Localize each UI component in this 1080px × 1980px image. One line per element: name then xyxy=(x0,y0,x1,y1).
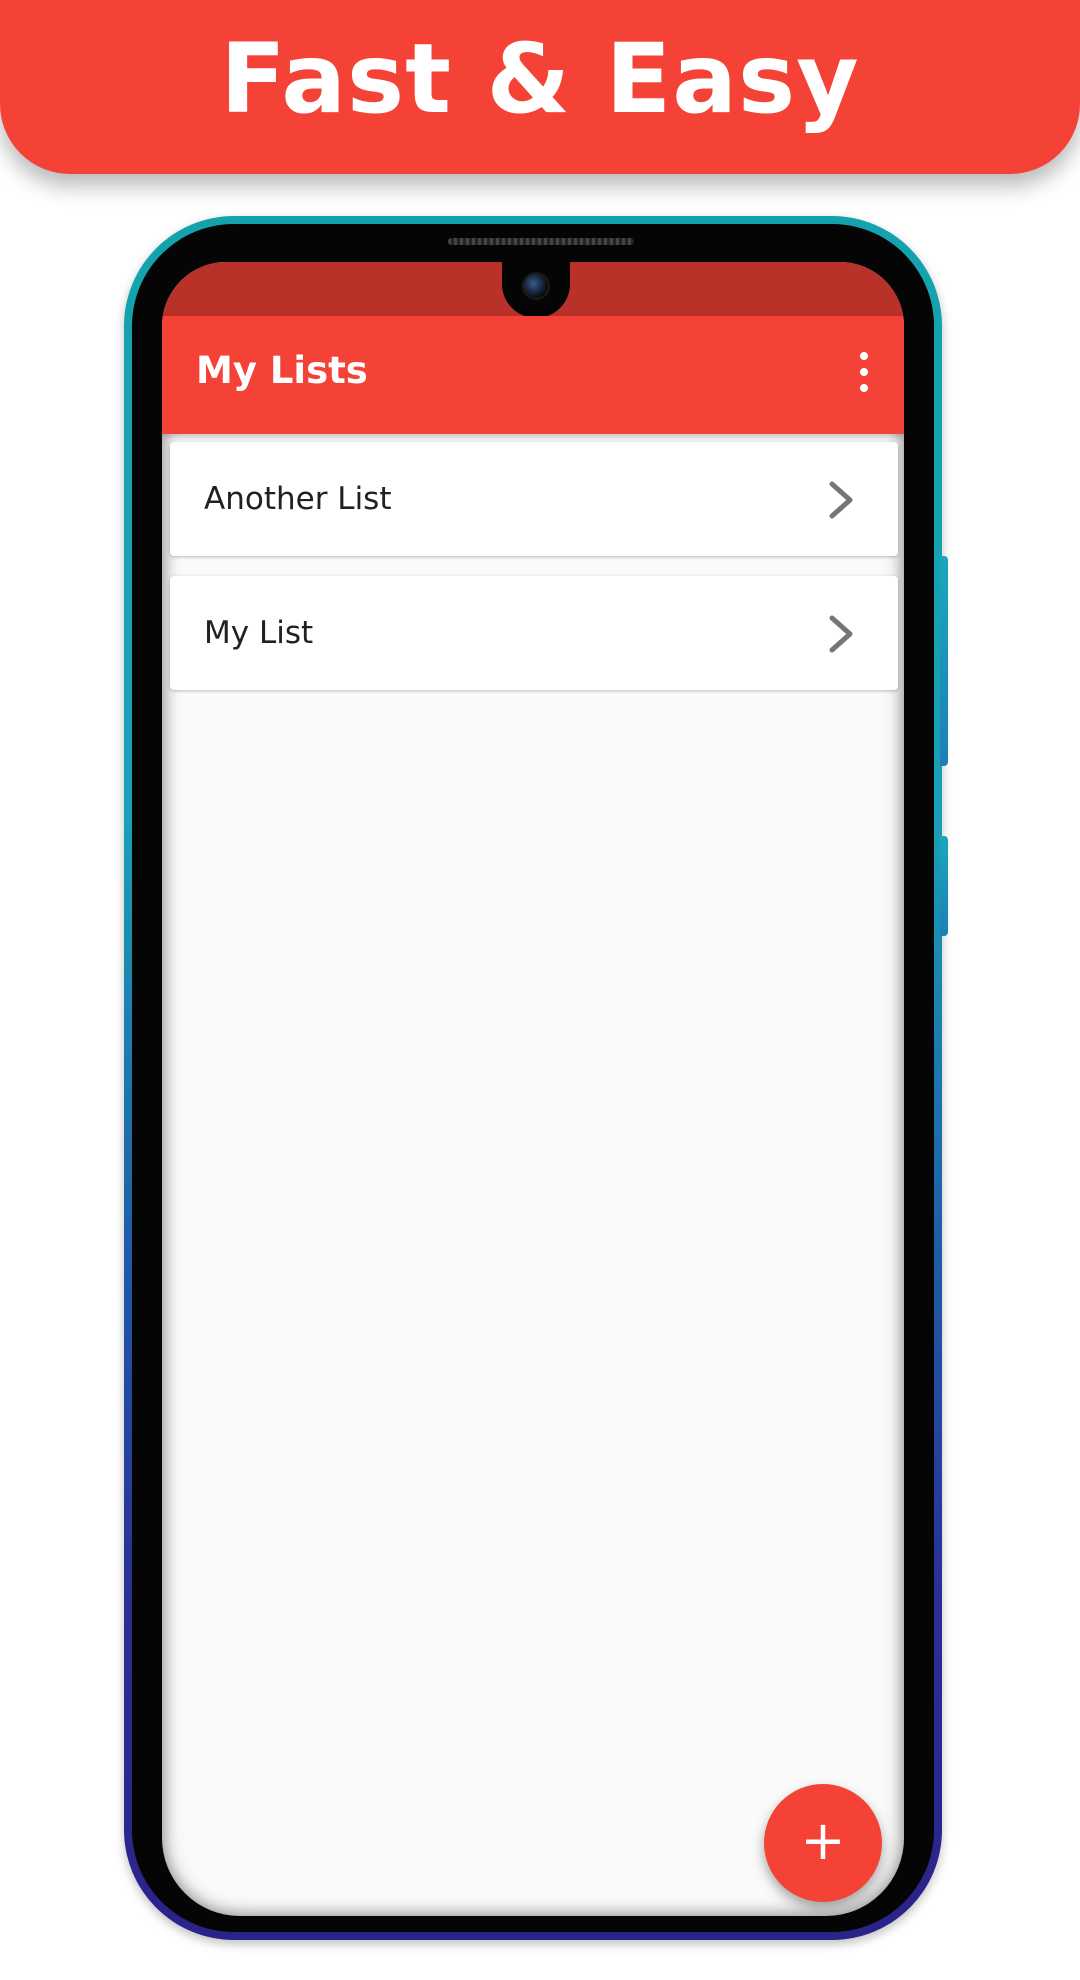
chevron-right-icon xyxy=(829,481,853,519)
camera-notch xyxy=(502,262,570,318)
app-bar: My Lists xyxy=(162,316,904,434)
list-item[interactable]: Another List xyxy=(170,442,898,556)
app-screen: My Lists Another List My List + xyxy=(162,262,904,1916)
phone-bezel: My Lists Another List My List + xyxy=(132,224,934,1932)
power-button xyxy=(940,836,948,936)
list-item-label: Another List xyxy=(204,481,392,517)
add-icon: + xyxy=(800,1809,846,1872)
promo-banner: Fast & Easy xyxy=(0,0,1080,174)
volume-button xyxy=(940,556,948,766)
lists-container: Another List My List xyxy=(170,442,898,710)
earpiece-speaker xyxy=(448,238,634,245)
page-title: My Lists xyxy=(196,348,368,392)
list-item-label: My List xyxy=(204,615,314,651)
front-camera-icon xyxy=(522,272,550,300)
promo-title: Fast & Easy xyxy=(220,23,860,135)
list-item[interactable]: My List xyxy=(170,576,898,690)
chevron-right-icon xyxy=(829,615,853,653)
more-vert-icon[interactable] xyxy=(854,352,874,392)
status-bar xyxy=(162,262,904,318)
phone-frame: My Lists Another List My List + xyxy=(124,216,948,1940)
add-list-button[interactable]: + xyxy=(764,1784,882,1902)
